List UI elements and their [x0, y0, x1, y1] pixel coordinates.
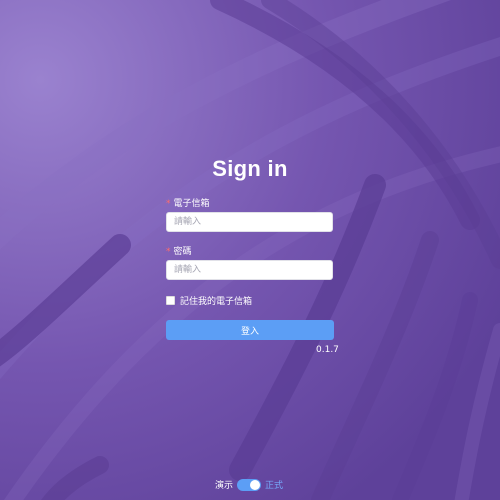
- background-swirls: [0, 0, 500, 500]
- email-label-text: 電子信箱: [173, 199, 210, 209]
- password-label: * 密碼: [166, 244, 192, 257]
- page-title: Sign in: [212, 156, 288, 181]
- mode-toggle[interactable]: [237, 478, 262, 491]
- mode-switch[interactable]: 演示 正式: [215, 478, 283, 491]
- required-asterisk: *: [166, 199, 171, 209]
- remember-email-label: 記住我的電子信箱: [180, 297, 253, 307]
- password-label-text: 密碼: [173, 247, 192, 257]
- toggle-knob: [250, 479, 261, 490]
- login-button[interactable]: 登入: [166, 320, 334, 340]
- password-input[interactable]: [166, 260, 333, 280]
- version-text: 0.1.7: [316, 345, 339, 355]
- remember-email-row[interactable]: 記住我的電子信箱: [166, 294, 252, 307]
- mode-demo-label: 演示: [215, 481, 234, 491]
- email-input[interactable]: [166, 212, 333, 232]
- remember-email-checkbox[interactable]: [166, 296, 175, 305]
- required-asterisk: *: [166, 247, 171, 257]
- email-label: * 電子信箱: [166, 196, 210, 209]
- mode-production-label: 正式: [265, 481, 284, 491]
